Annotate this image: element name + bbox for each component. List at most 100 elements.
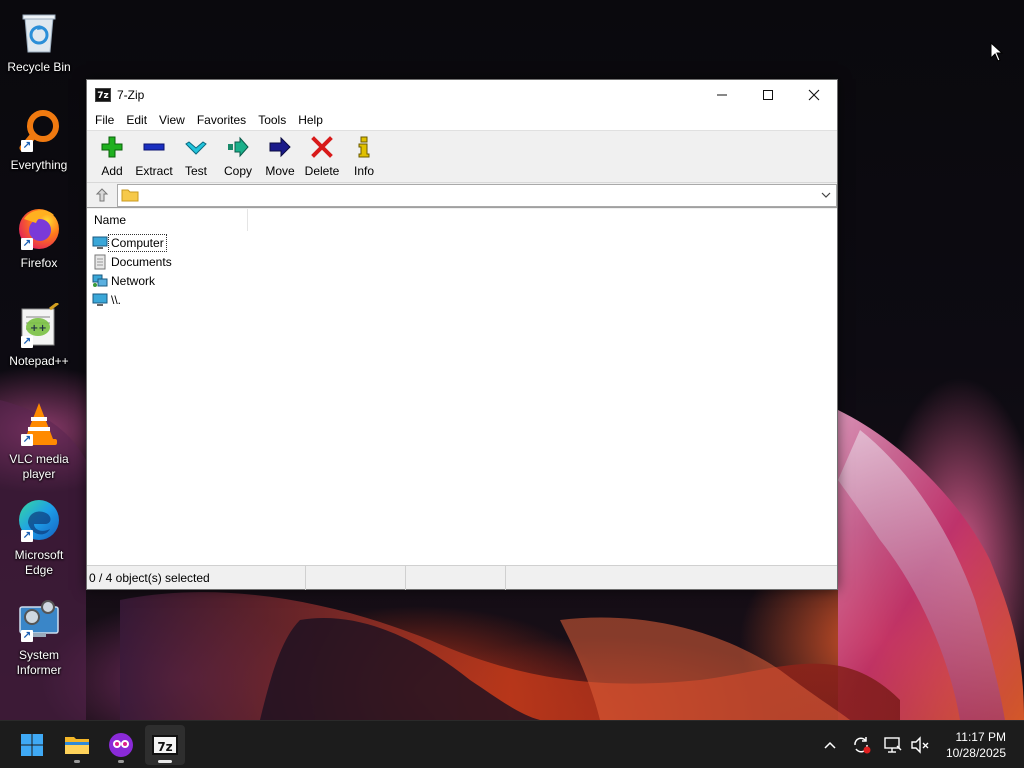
test-button[interactable]: Test [175,131,217,181]
extract-button[interactable]: Extract [133,131,175,181]
recycle-bin-icon [15,8,63,56]
list-item-label: Documents [111,254,172,269]
mouse-cursor-icon [990,41,1004,65]
up-arrow-icon [95,188,109,202]
volume-tray-button[interactable] [910,735,930,755]
list-item[interactable]: \\. [87,290,837,309]
sync-tray-button[interactable] [851,735,871,755]
desktop-icon-label: Firefox [20,256,58,270]
network-tray-button[interactable] [883,735,903,755]
list-item-label: Computer [108,233,167,252]
list-item[interactable]: Computer [87,233,837,252]
list-item-label: Network [111,273,156,288]
list-item-label: \\. [111,292,122,307]
computer-icon [91,235,109,251]
info-button[interactable]: Info [343,131,385,181]
file-list[interactable]: Name Computer Documents Network \\. [87,209,837,566]
desktop-icon-recycle-bin[interactable]: Recycle Bin [2,8,76,75]
move-button[interactable]: Move [259,131,301,181]
file-explorer-taskbar-button[interactable] [57,725,97,765]
maximize-icon [763,89,773,100]
start-icon [21,734,43,756]
file-explorer-icon [65,737,89,754]
list-item[interactable]: Documents [87,252,837,271]
show-hidden-icons-button[interactable] [820,735,840,755]
desktop-icon-label: System Informer [16,648,62,677]
delete-button[interactable]: Delete [301,131,343,181]
column-header-name[interactable]: Name [87,209,248,231]
desktop-icon-system-informer[interactable]: ↗ System Informer [2,596,76,678]
maximize-button[interactable] [745,80,791,109]
menu-favorites[interactable]: Favorites [191,109,252,131]
desktop-icon-label: Recycle Bin [7,60,71,74]
info-label: Info [353,164,374,178]
extract-minus-icon [142,135,166,159]
info-icon [352,135,376,159]
shortcut-arrow-icon: ↗ [21,530,33,542]
move-label: Move [265,164,295,178]
address-input[interactable] [117,183,837,207]
desktop-icon-label: VLC media player [9,452,69,481]
svg-text:++: ++ [30,323,47,334]
notepad-plus-plus-icon: ++ ↗ [15,302,63,350]
desktop-icon-vlc[interactable]: ↗ VLC media player [2,400,76,482]
status-selection: 0 / 4 object(s) selected [87,566,306,590]
desktop-icon-everything[interactable]: ↗ Everything [2,106,76,173]
documents-icon [91,254,109,270]
add-button[interactable]: Add [91,131,133,181]
clock-time: 11:17 PM [955,730,1006,744]
7zip-taskbar-button[interactable]: 7z [145,725,185,765]
menu-bar: File Edit View Favorites Tools Help [87,109,837,131]
taskbar-clock[interactable]: 11:17 PM 10/28/2025 [946,729,1006,761]
active-indicator [158,760,172,763]
taskbar: 7z 11:17 PM 10/28/2025 [0,720,1024,768]
delete-label: Delete [304,164,340,178]
menu-edit[interactable]: Edit [120,109,153,131]
minimize-icon [717,94,727,95]
minimize-button[interactable] [699,80,745,109]
desktop-icon-notepad-plus-plus[interactable]: ++ ↗ Notepad++ [2,302,76,369]
extract-label: Extract [135,164,173,178]
running-indicator [74,760,80,763]
shortcut-arrow-icon: ↗ [21,630,33,642]
status-bar: 0 / 4 object(s) selected [87,565,837,590]
desktop-icon-edge[interactable]: ↗ Microsoft Edge [2,496,76,578]
copy-button[interactable]: Copy [217,131,259,181]
system-informer-icon: ↗ [15,596,63,644]
7zip-taskbar-icon: 7z [152,735,178,755]
shortcut-arrow-icon: ↗ [21,434,33,446]
status-cell-2 [306,566,406,590]
status-cell-3 [406,566,506,590]
menu-tools[interactable]: Tools [252,109,292,131]
move-arrow-icon [268,135,292,159]
shortcut-arrow-icon: ↗ [21,140,33,152]
start-button[interactable] [12,725,52,765]
edge-icon: ↗ [15,496,63,544]
menu-file[interactable]: File [89,109,120,131]
title-bar[interactable]: 7z 7-Zip [87,80,837,109]
copy-label: Copy [223,164,252,178]
copy-arrow-icon [226,135,250,159]
address-bar [87,183,837,208]
menu-help[interactable]: Help [292,109,329,131]
desktop-icon-label: Everything [10,158,68,172]
close-button[interactable] [791,80,837,109]
delete-x-icon [310,135,334,159]
shortcut-arrow-icon: ↗ [21,336,33,348]
network-monitor-icon [884,737,902,753]
menu-view[interactable]: View [153,109,191,131]
system-informer-taskbar-icon [109,733,133,757]
desktop-icon-firefox[interactable]: ↗ Firefox [2,204,76,271]
7zip-window: 7z 7-Zip File Edit View Favorites Tools … [86,79,838,590]
list-header: Name [87,209,837,231]
network-icon [91,273,109,289]
list-item[interactable]: Network [87,271,837,290]
system-informer-taskbar-button[interactable] [101,725,141,765]
running-indicator [118,760,124,763]
desktop-icon-label: Notepad++ [9,354,69,368]
everything-search-icon: ↗ [15,106,63,154]
up-folder-button[interactable] [87,184,117,207]
shortcut-arrow-icon: ↗ [21,238,33,250]
add-plus-icon [100,135,124,159]
volume-muted-icon [911,736,929,754]
